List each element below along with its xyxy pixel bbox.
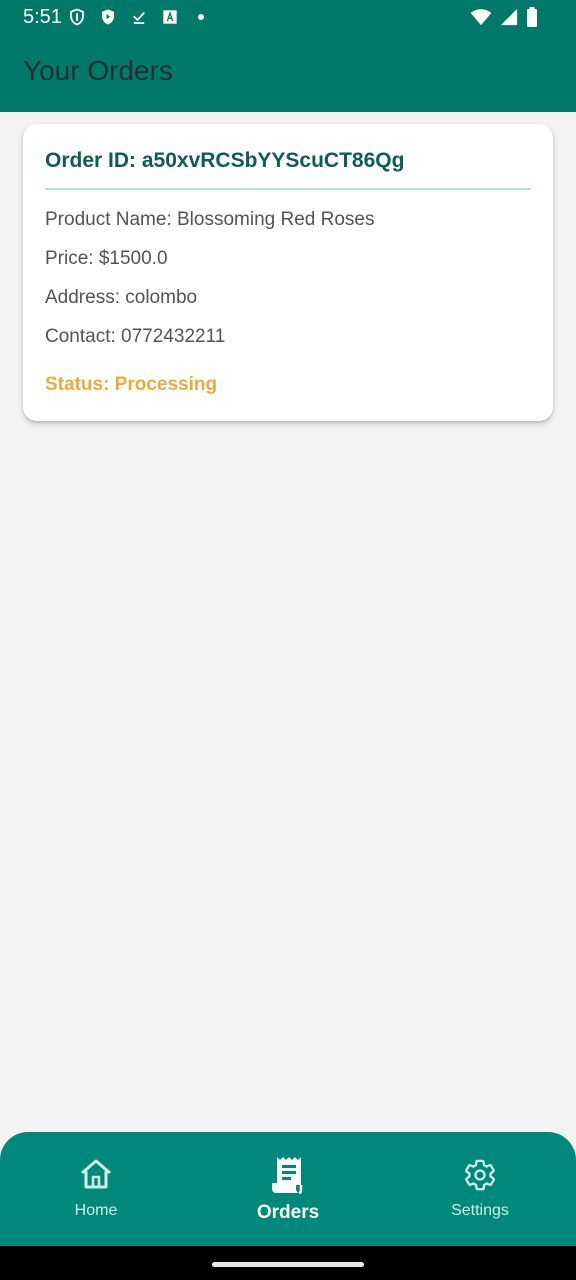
nav-label-orders: Orders <box>256 1202 320 1223</box>
order-card[interactable]: Order ID: a50xvRCSbYYScuCT86Qg Product N… <box>23 124 553 421</box>
wifi-icon <box>470 8 492 26</box>
page-title: Your Orders <box>23 55 173 86</box>
status-notification-icons <box>68 6 223 28</box>
status-system-icons <box>462 6 538 28</box>
translate-icon <box>161 8 179 26</box>
play-shield-icon <box>99 8 117 26</box>
receipt-icon <box>192 1155 384 1195</box>
status-bar: 5:51 <box>0 0 576 34</box>
nav-item-home[interactable]: Home <box>0 1132 192 1246</box>
nav-label-settings: Settings <box>451 1202 509 1219</box>
battery-icon <box>526 7 538 27</box>
nav-label-home: Home <box>74 1202 118 1219</box>
system-navigation-bar <box>0 1246 576 1280</box>
price: Price: $1500.0 <box>45 248 168 269</box>
shield-icon <box>68 8 86 26</box>
app-bar: Your Orders <box>0 34 576 112</box>
gesture-home-handle[interactable] <box>212 1262 364 1267</box>
bottom-navigation: Home Orders Settings <box>0 1132 576 1246</box>
gear-icon <box>384 1158 576 1192</box>
signal-icon <box>500 8 518 26</box>
divider <box>45 188 531 190</box>
address: Address: colombo <box>45 287 198 308</box>
product-name: Product Name: Blossoming Red Roses <box>45 209 375 230</box>
dot-icon <box>192 8 210 26</box>
order-id: Order ID: a50xvRCSbYYScuCT86Qg <box>45 149 405 172</box>
order-status: Status: Processing <box>45 374 218 395</box>
nav-item-orders[interactable]: Orders <box>192 1132 384 1246</box>
contact: Contact: 0772432211 <box>45 326 226 347</box>
status-time: 5:51 <box>23 6 62 28</box>
home-icon <box>0 1158 192 1190</box>
nav-item-settings[interactable]: Settings <box>384 1132 576 1246</box>
download-done-icon <box>130 8 148 26</box>
